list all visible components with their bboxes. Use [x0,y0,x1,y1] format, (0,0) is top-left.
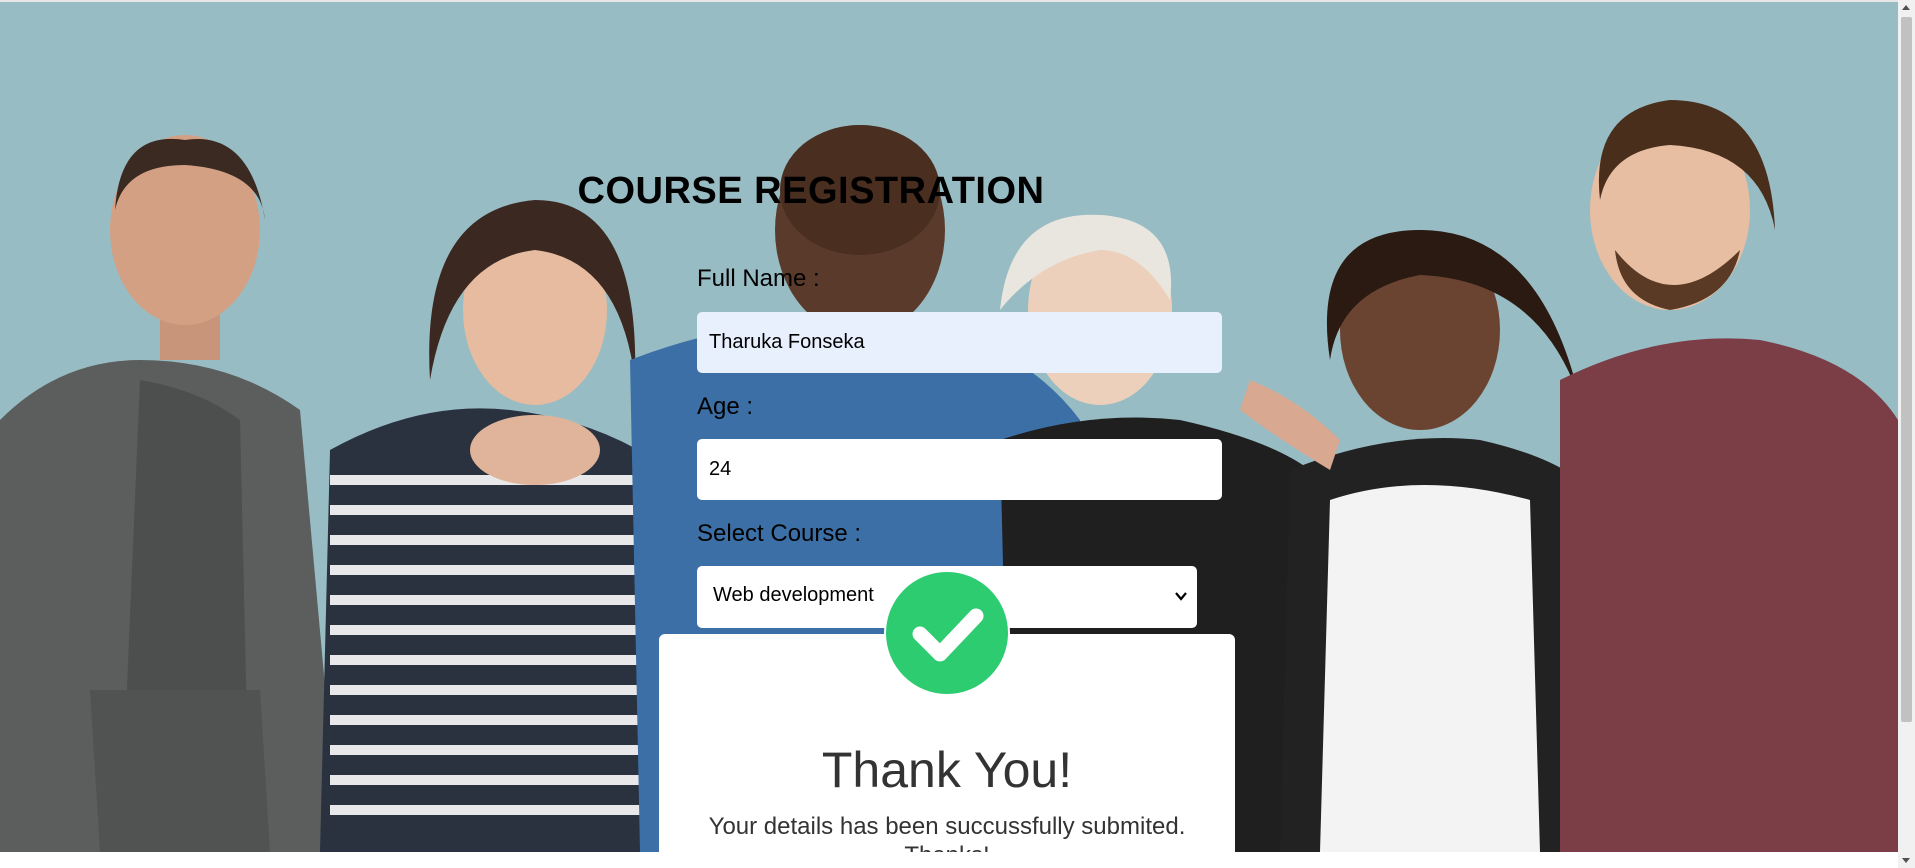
page-viewport: COURSE REGISTRATION Full Name : Age : Se… [0,0,1898,852]
success-badge [884,570,1010,696]
person-1 [0,135,340,852]
top-border [0,0,1898,2]
scroll-down-icon[interactable] [1902,858,1910,863]
person-5 [1240,230,1600,852]
age-label: Age : [697,393,754,420]
scroll-up-icon[interactable] [1902,5,1910,10]
chevron-down-icon [1175,592,1187,601]
course-label: Select Course : [697,520,862,547]
check-icon [912,608,984,662]
bottom-strip [0,852,1898,868]
age-input[interactable] [697,439,1222,500]
full-name-input[interactable] [697,312,1222,373]
vertical-scrollbar[interactable] [1898,0,1915,868]
page-title: COURSE REGISTRATION [577,170,1045,212]
full-name-label: Full Name : [697,265,820,292]
popup-message: Your details has been succussfully submi… [708,813,1186,852]
popup-title: Thank You! [821,742,1073,798]
scroll-thumb[interactable] [1901,17,1912,722]
course-select-value: Web development [713,584,874,606]
check-circle [886,572,1008,694]
person-2 [320,200,680,852]
person-6 [1560,100,1898,852]
